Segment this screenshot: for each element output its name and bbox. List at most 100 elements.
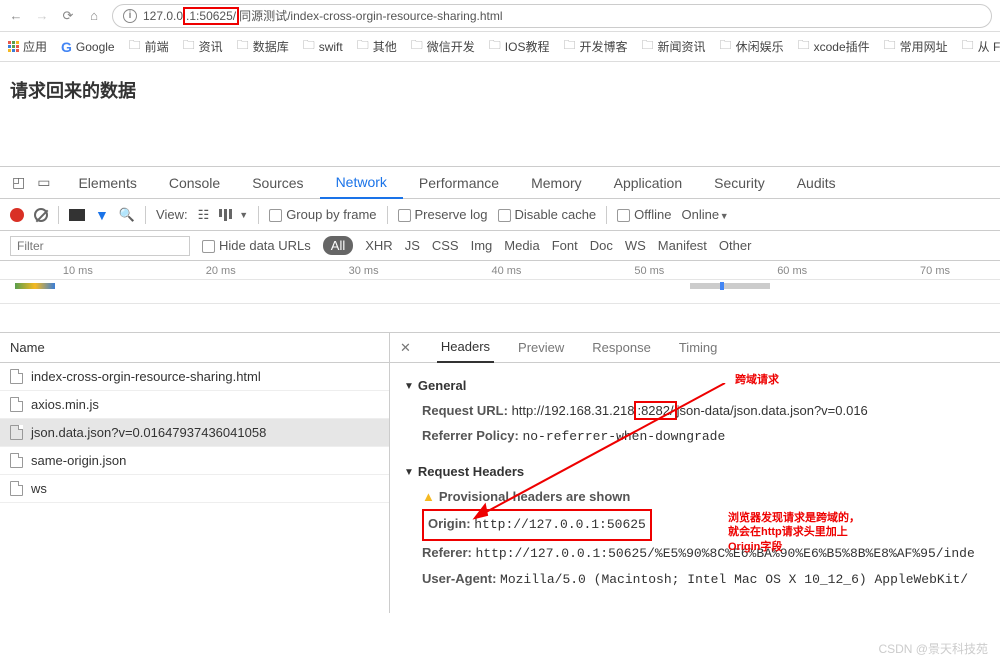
provisional-warning: Provisional headers are shown: [439, 489, 630, 504]
tab-memory[interactable]: Memory: [515, 167, 598, 199]
detail-tab-timing[interactable]: Timing: [675, 333, 722, 363]
file-icon: [10, 369, 23, 384]
bookmark-folder[interactable]: 🗀其他: [357, 36, 397, 57]
request-row[interactable]: same-origin.json: [0, 447, 389, 475]
request-row[interactable]: ws: [0, 475, 389, 503]
group-by-frame-checkbox[interactable]: Group by frame: [269, 207, 376, 222]
bookmark-folder[interactable]: 🗀前端: [129, 36, 169, 57]
large-rows-icon[interactable]: ☷: [198, 207, 210, 223]
request-row[interactable]: index-cross-orgin-resource-sharing.html: [0, 363, 389, 391]
search-icon[interactable]: 🔍: [119, 207, 135, 223]
tab-elements[interactable]: Elements: [62, 167, 152, 199]
request-headers-section[interactable]: ▼Request Headers: [404, 460, 986, 485]
request-row[interactable]: axios.min.js: [0, 391, 389, 419]
request-row[interactable]: json.data.json?v=0.01647937436041058: [0, 419, 389, 447]
back-button[interactable]: ←: [8, 8, 24, 24]
user-agent-value: Mozilla/5.0 (Macintosh; Intel Mac OS X 1…: [500, 572, 968, 587]
folder-icon: 🗀: [237, 36, 249, 57]
filter-icon[interactable]: ▼: [95, 207, 109, 223]
site-info-icon[interactable]: i: [123, 9, 137, 23]
filter-bar: Hide data URLs All XHR JS CSS Img Media …: [0, 231, 1000, 261]
url-text: 127.0.0.1:50625/同源测试/index-cross-orgin-r…: [143, 7, 503, 24]
folder-icon: 🗀: [798, 36, 810, 57]
filter-manifest[interactable]: Manifest: [658, 238, 707, 253]
apps-shortcut[interactable]: 应用: [8, 38, 47, 55]
preserve-log-checkbox[interactable]: Preserve log: [398, 207, 488, 222]
timeline-tick: 60 ms: [714, 265, 857, 277]
tab-application[interactable]: Application: [598, 167, 699, 199]
referrer-policy-key: Referrer Policy:: [422, 428, 519, 443]
folder-icon: 🗀: [720, 36, 732, 57]
detail-tab-preview[interactable]: Preview: [514, 333, 568, 363]
clear-button[interactable]: [34, 208, 48, 222]
tab-audits[interactable]: Audits: [781, 167, 852, 199]
timeline-tick: 30 ms: [286, 265, 429, 277]
bookmark-folder[interactable]: 🗀常用网址: [884, 36, 948, 57]
bookmark-folder[interactable]: 🗀资讯: [183, 36, 223, 57]
device-icon[interactable]: ▭: [37, 174, 50, 191]
name-column-header[interactable]: Name: [0, 333, 389, 363]
bookmark-folder[interactable]: 🗀从 Firefox 导入: [962, 36, 1000, 57]
tab-performance[interactable]: Performance: [403, 167, 515, 199]
throttle-select[interactable]: Online ▼: [682, 207, 729, 222]
bookmark-bar: 应用 GGoogle 🗀前端 🗀资讯 🗀数据库 🗀swift 🗀其他 🗀微信开发…: [0, 32, 1000, 62]
bookmark-google[interactable]: GGoogle: [61, 39, 115, 55]
folder-icon: 🗀: [411, 36, 423, 57]
filter-css[interactable]: CSS: [432, 238, 459, 253]
bookmark-folder[interactable]: 🗀swift: [303, 36, 343, 57]
general-section[interactable]: ▼General: [404, 374, 986, 399]
network-toolbar: ▼ 🔍 View: ☷ ▼ Group by frame Preserve lo…: [0, 199, 1000, 231]
bookmark-folder[interactable]: 🗀开发博客: [563, 36, 627, 57]
filter-js[interactable]: JS: [405, 238, 420, 253]
file-icon: [10, 397, 23, 412]
home-button[interactable]: ⌂: [86, 8, 102, 24]
tab-security[interactable]: Security: [698, 167, 781, 199]
bookmark-folder[interactable]: 🗀微信开发: [411, 36, 475, 57]
offline-checkbox[interactable]: Offline: [617, 207, 671, 222]
detail-tab-response[interactable]: Response: [588, 333, 655, 363]
filter-img[interactable]: Img: [471, 238, 493, 253]
waterfall-icon[interactable]: [219, 209, 232, 221]
hide-data-urls-checkbox[interactable]: Hide data URLs: [202, 238, 311, 253]
folder-icon: 🗀: [962, 36, 974, 57]
timeline[interactable]: 10 ms 20 ms 30 ms 40 ms 50 ms 60 ms 70 m…: [0, 261, 1000, 333]
request-list: Name index-cross-orgin-resource-sharing.…: [0, 333, 390, 613]
close-detail-icon[interactable]: ✕: [400, 340, 411, 356]
reload-button[interactable]: ⟳: [60, 8, 76, 24]
timeline-tick: 10 ms: [0, 265, 143, 277]
file-icon: [10, 481, 23, 496]
tab-console[interactable]: Console: [153, 167, 236, 199]
filter-all[interactable]: All: [323, 236, 353, 255]
filter-media[interactable]: Media: [504, 238, 539, 253]
filter-xhr[interactable]: XHR: [365, 238, 392, 253]
forward-button[interactable]: →: [34, 8, 50, 24]
tab-network[interactable]: Network: [320, 167, 403, 199]
detail-tab-headers[interactable]: Headers: [437, 333, 494, 363]
tab-sources[interactable]: Sources: [236, 167, 319, 199]
request-url-value: http://192.168.31.218:8282/json-data/jso…: [512, 404, 868, 419]
bookmark-folder[interactable]: 🗀xcode插件: [798, 36, 870, 57]
detail-tabs: ✕ Headers Preview Response Timing: [390, 333, 1000, 363]
record-button[interactable]: [10, 208, 24, 222]
origin-header: Origin: http://127.0.0.1:50625: [422, 509, 652, 541]
bookmark-folder[interactable]: 🗀新闻资讯: [642, 36, 706, 57]
filter-input[interactable]: [10, 236, 190, 256]
page-content: 请求回来的数据: [0, 62, 1000, 166]
bookmark-folder[interactable]: 🗀休闲娱乐: [720, 36, 784, 57]
address-bar[interactable]: i 127.0.0.1:50625/同源测试/index-cross-orgin…: [112, 4, 992, 28]
filter-other[interactable]: Other: [719, 238, 752, 253]
inspect-icon[interactable]: ◰: [12, 174, 25, 191]
folder-icon: 🗀: [884, 36, 896, 57]
screenshot-icon[interactable]: [69, 209, 85, 221]
apps-icon: [8, 41, 19, 52]
filter-doc[interactable]: Doc: [590, 238, 613, 253]
devtools-tabs: ◰ ▭ Elements Console Sources Network Per…: [0, 167, 1000, 199]
bookmark-folder[interactable]: 🗀IOS教程: [489, 36, 550, 57]
file-icon: [10, 453, 23, 468]
disable-cache-checkbox[interactable]: Disable cache: [498, 207, 597, 222]
page-heading: 请求回来的数据: [10, 81, 136, 101]
folder-icon: 🗀: [183, 36, 195, 57]
bookmark-folder[interactable]: 🗀数据库: [237, 36, 289, 57]
filter-font[interactable]: Font: [552, 238, 578, 253]
filter-ws[interactable]: WS: [625, 238, 646, 253]
